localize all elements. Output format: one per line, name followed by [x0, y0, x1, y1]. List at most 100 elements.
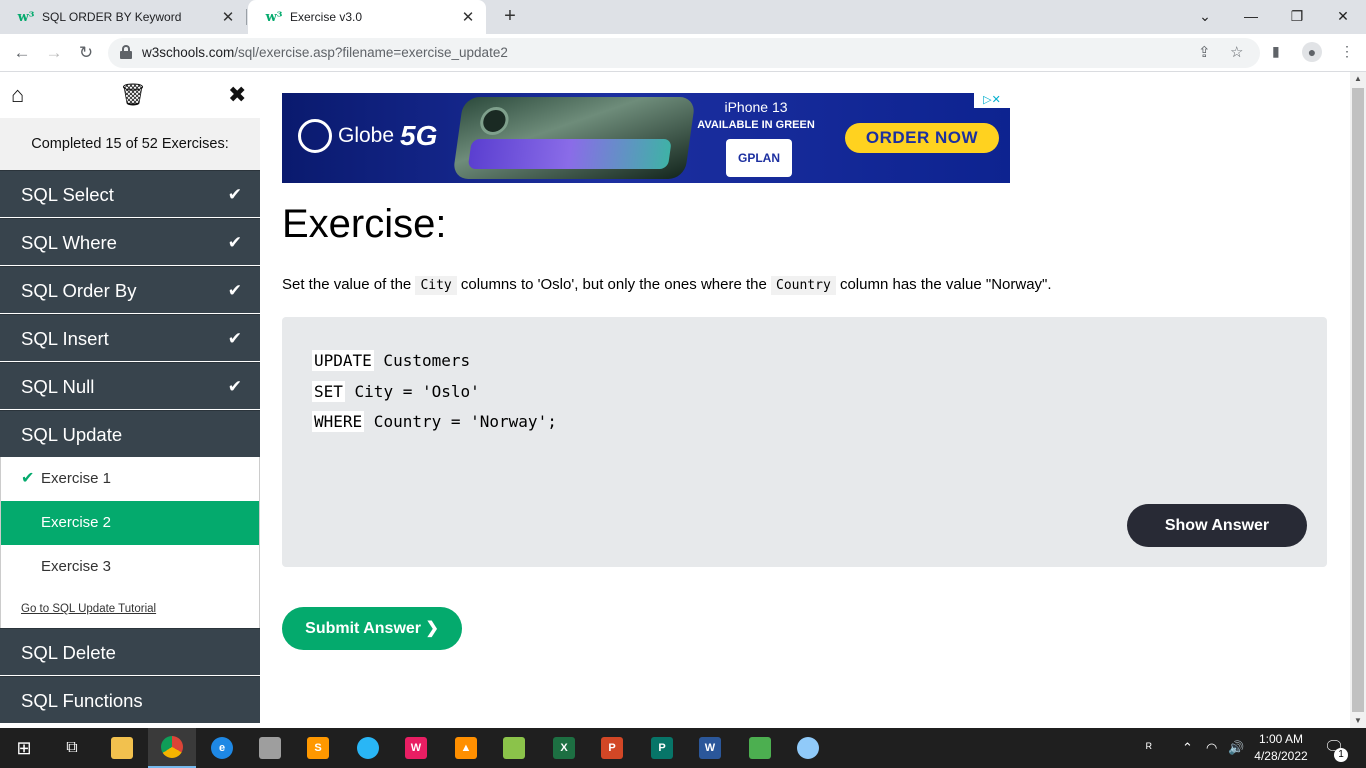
inline-code: City [415, 276, 457, 295]
url-bar[interactable]: w3schools.com/sql/exercise.asp?filename=… [108, 38, 1260, 68]
exercise-label: Exercise 3 [41, 558, 112, 575]
progress-text: Completed 15 of 52 Exercises: [0, 118, 260, 170]
people-icon[interactable]: ᴿ [1146, 728, 1152, 768]
phone-image [452, 97, 696, 179]
submit-answer-button[interactable]: Submit Answer ❯ [282, 607, 462, 650]
windows-taskbar: ⊞ ⧉ e S W ▲ X P P W ᴿ ⌃ ◠ 🔊 1:00 AM 4/28… [0, 728, 1366, 768]
menu-icon[interactable]: ⋮ [1340, 43, 1354, 60]
notification-count-badge: 1 [1334, 748, 1348, 762]
clock-time: 1:00 AM [1258, 732, 1304, 746]
word-icon[interactable]: W [686, 728, 734, 768]
code-input[interactable]: WHERE [312, 411, 365, 432]
tab-title: SQL ORDER BY Keyword [42, 10, 182, 24]
file-explorer-icon[interactable] [98, 728, 146, 768]
close-window-button[interactable]: ✕ [1320, 0, 1366, 34]
page-scrollbar[interactable]: ▲ ▼ [1350, 72, 1366, 728]
windows-start-icon[interactable]: ⊞ [0, 728, 48, 768]
code-input[interactable]: UPDATE [312, 350, 374, 371]
section-sql-select[interactable]: SQL Select ✔ [0, 170, 260, 217]
sidebar-toolbar: ⌂ 🗑 ✖ [0, 72, 260, 118]
share-icon[interactable]: ⇪ [1198, 43, 1211, 61]
section-label: SQL Delete [21, 642, 116, 663]
lock-icon [120, 45, 132, 59]
scroll-up-icon[interactable]: ▲ [1350, 72, 1366, 86]
file-manager-icon[interactable] [246, 728, 294, 768]
section-sql-where[interactable]: SQL Where ✔ [0, 218, 260, 265]
chart-app-icon[interactable] [490, 728, 538, 768]
sublime-text-icon[interactable]: S [294, 728, 342, 768]
code-input[interactable]: SET [312, 381, 345, 402]
section-sql-update[interactable]: SQL Update [0, 410, 260, 457]
tutorial-link[interactable]: Go to SQL Update Tutorial [1, 589, 259, 629]
advertisement-banner[interactable]: Globe 5G iPhone 13 AVAILABLE IN GREEN GP… [282, 93, 1010, 183]
home-icon[interactable]: ⌂ [11, 82, 24, 108]
new-tab-button[interactable]: + [498, 4, 522, 28]
section-sql-delete[interactable]: SQL Delete [0, 628, 260, 675]
checkmark-icon: ✔ [21, 470, 35, 487]
paint-icon[interactable] [784, 728, 832, 768]
exercise-item-2[interactable]: Exercise 2 [1, 501, 259, 545]
trash-icon[interactable]: 🗑 [119, 82, 147, 108]
side-panel-icon[interactable]: ▮ [1272, 43, 1280, 60]
adchoices-icon[interactable]: ▷✕ [974, 93, 1010, 108]
tab-title: Exercise v3.0 [290, 10, 363, 24]
excel-icon[interactable]: X [540, 728, 588, 768]
code-line: SET City = 'Oslo' [312, 381, 480, 402]
exercise-item-1[interactable]: ✔ Exercise 1 [1, 457, 259, 501]
section-label: SQL Order By [21, 280, 137, 301]
vlc-icon[interactable]: ▲ [442, 728, 490, 768]
close-tab-icon[interactable]: ✕ [456, 8, 480, 26]
section-label: SQL Null [21, 376, 95, 397]
exercise-sidebar: ⌂ 🗑 ✖ Completed 15 of 52 Exercises: SQL … [0, 72, 260, 728]
section-label: SQL Select [21, 184, 114, 205]
ad-plan-logo: GPLAN [726, 139, 792, 177]
section-label: SQL Functions [21, 690, 143, 711]
exercise-label: Exercise 1 [41, 470, 112, 487]
ad-tagline: AVAILABLE IN GREEN [697, 119, 815, 131]
checkmark-icon: ✔ [227, 233, 242, 252]
close-icon[interactable]: ✖ [228, 82, 246, 108]
wifi-icon[interactable]: ◠ [1206, 728, 1217, 768]
profile-avatar[interactable]: ● [1302, 42, 1322, 62]
inline-code: Country [771, 276, 836, 295]
bookmark-star-icon[interactable]: ☆ [1230, 43, 1243, 61]
section-sql-insert[interactable]: SQL Insert ✔ [0, 314, 260, 361]
edge-icon[interactable]: e [198, 728, 246, 768]
volume-icon[interactable]: 🔊 [1228, 728, 1244, 768]
show-hidden-icons-icon[interactable]: ⌃ [1182, 728, 1193, 768]
system-clock[interactable]: 1:00 AM 4/28/2022 [1248, 731, 1314, 765]
close-tab-icon[interactable]: ✕ [216, 8, 240, 26]
browser-tab-inactive[interactable]: w³ SQL ORDER BY Keyword ✕ [0, 0, 246, 34]
mysql-workbench-icon[interactable] [344, 728, 392, 768]
powerpoint-icon[interactable]: P [588, 728, 636, 768]
url-text[interactable]: w3schools.com/sql/exercise.asp?filename=… [142, 45, 508, 60]
reload-icon[interactable]: ↻ [74, 41, 98, 65]
publisher-icon[interactable]: P [638, 728, 686, 768]
code-editor[interactable]: UPDATE Customers SET City = 'Oslo' WHERE… [282, 317, 1327, 567]
app-icon[interactable] [736, 728, 784, 768]
exercise-main: Globe 5G iPhone 13 AVAILABLE IN GREEN GP… [260, 72, 1350, 728]
section-sql-functions[interactable]: SQL Functions [0, 676, 260, 723]
browser-tab-active[interactable]: w³ Exercise v3.0 ✕ [248, 0, 486, 34]
code-line: UPDATE Customers [312, 350, 471, 371]
chrome-icon[interactable] [148, 728, 196, 768]
section-sql-null[interactable]: SQL Null ✔ [0, 362, 260, 409]
section-sql-order-by[interactable]: SQL Order By ✔ [0, 266, 260, 313]
tab-search-icon[interactable]: ⌄ [1182, 0, 1228, 34]
ad-order-button[interactable]: ORDER NOW [845, 123, 999, 153]
exercise-item-3[interactable]: Exercise 3 [1, 545, 259, 589]
scrollbar-thumb[interactable] [1352, 88, 1364, 712]
task-view-icon[interactable]: ⧉ [48, 728, 96, 768]
wamp-icon[interactable]: W [392, 728, 440, 768]
back-icon[interactable]: ← [10, 41, 34, 65]
minimize-button[interactable]: — [1228, 0, 1274, 34]
scroll-down-icon[interactable]: ▼ [1350, 714, 1366, 728]
restore-button[interactable]: ❐ [1274, 0, 1320, 34]
show-answer-button[interactable]: Show Answer [1127, 504, 1307, 547]
checkmark-icon: ✔ [227, 377, 242, 396]
address-toolbar: ← → ↻ w3schools.com/sql/exercise.asp?fil… [0, 34, 1366, 72]
forward-icon[interactable]: → [42, 41, 66, 65]
checkmark-icon: ✔ [227, 185, 242, 204]
tab-separator [246, 9, 247, 25]
w3schools-icon: w³ [265, 9, 283, 25]
